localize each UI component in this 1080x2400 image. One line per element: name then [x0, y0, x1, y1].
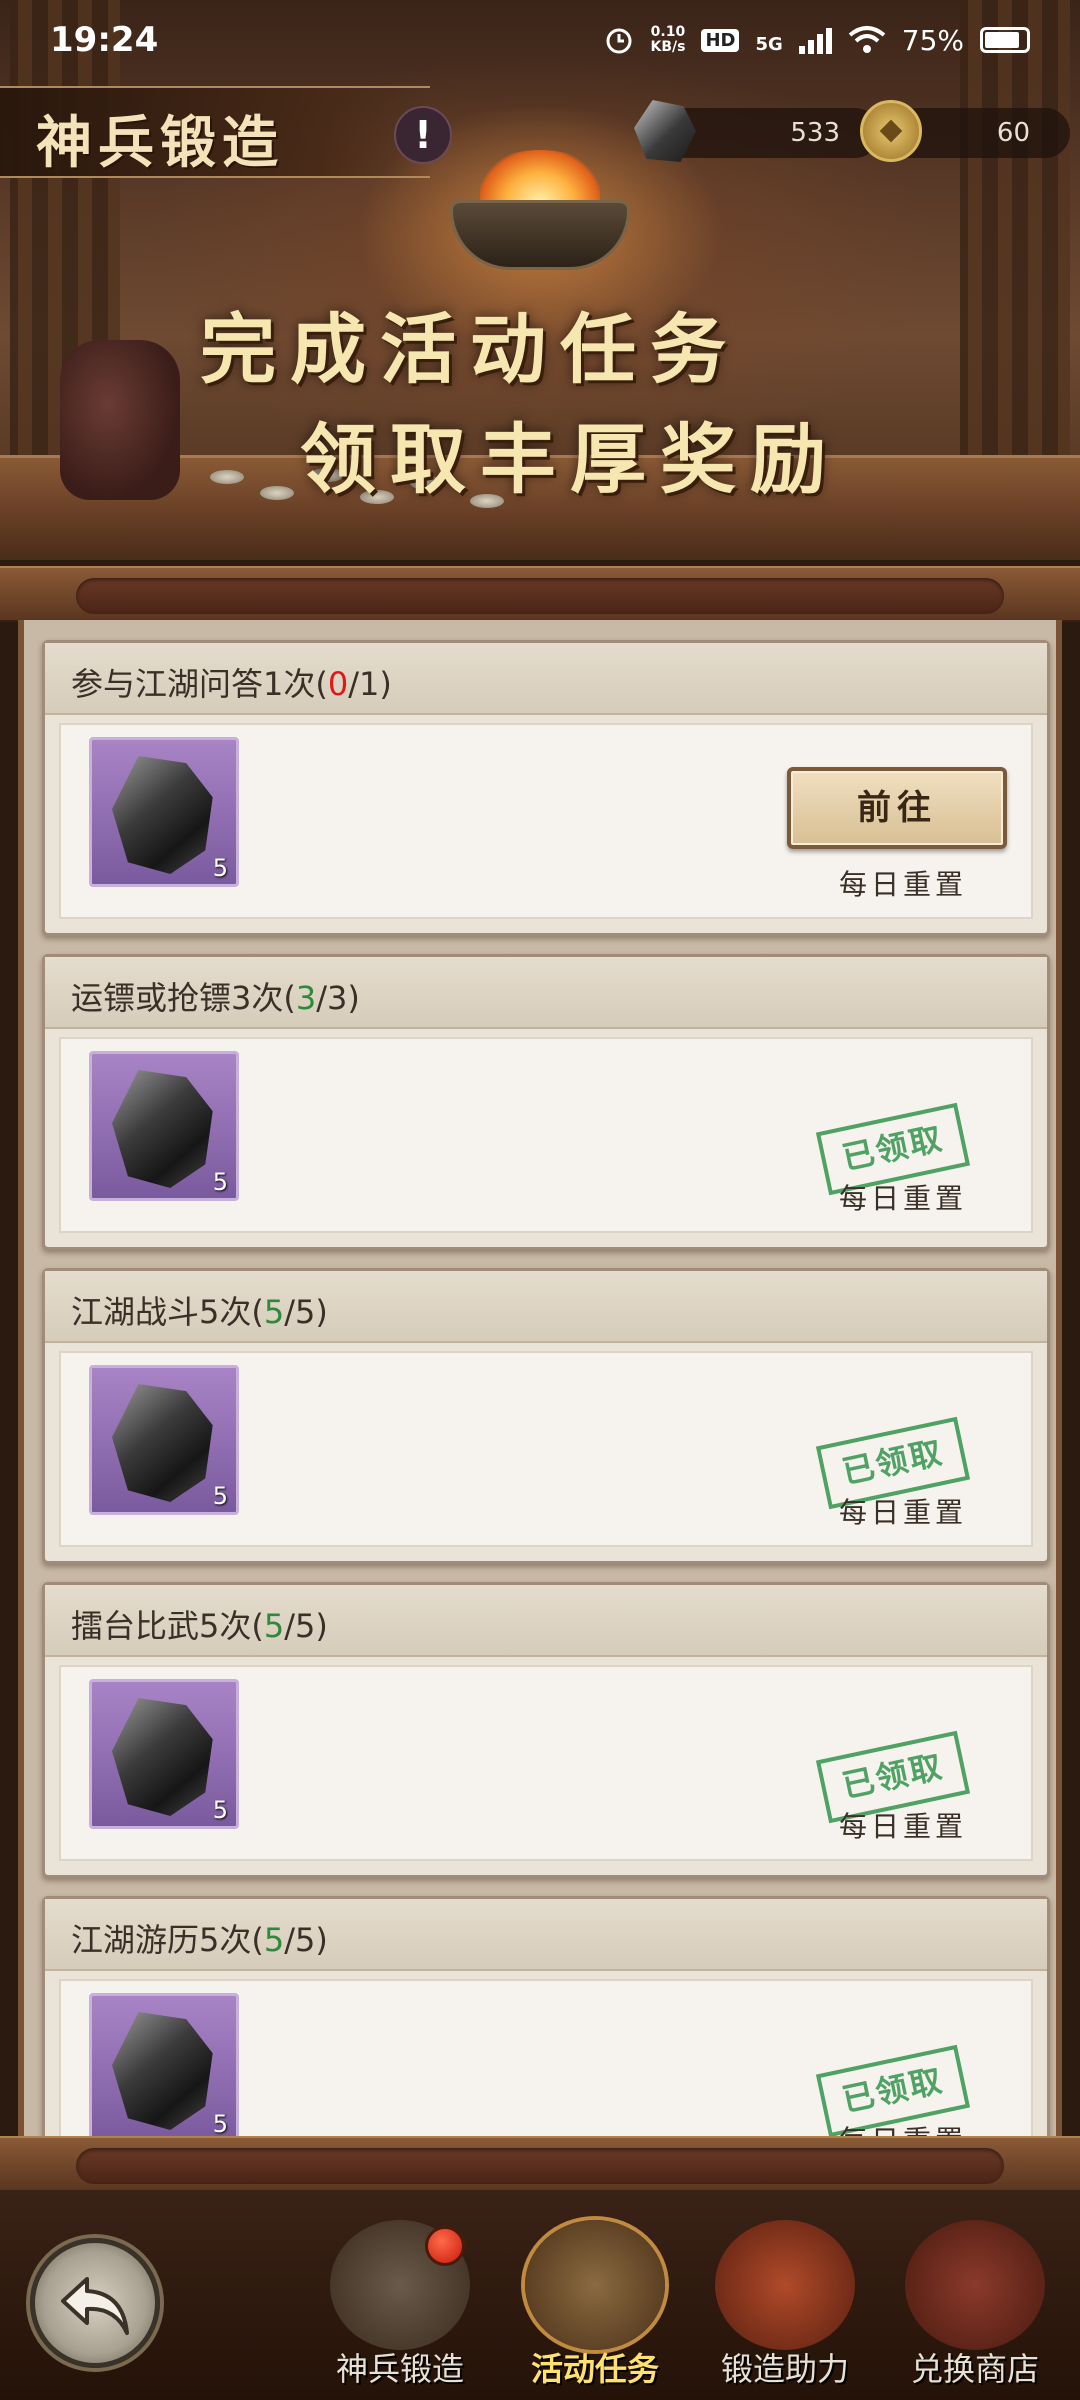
battery-percent: 75% [901, 23, 964, 57]
tab-label: 兑换商店 [910, 2350, 1039, 2388]
task-header: 江湖战斗5次(5/5) [45, 1271, 1047, 1343]
status-bar: 19:24 0.10 KB/s HD 5G 75% [0, 0, 1080, 80]
tab-exchange-shop[interactable]: 兑换商店 [880, 2220, 1070, 2400]
task-card: 江湖游历5次(5/5) 5 已领取 每日重置 [42, 1896, 1050, 2140]
go-button[interactable]: 前往 [787, 767, 1007, 849]
tab-label: 锻造助力 [720, 2350, 849, 2388]
task-card: 参与江湖问答1次(0/1) 5 前往 每日重置 [42, 640, 1050, 936]
treasure-chest-icon [905, 2220, 1045, 2350]
reward-count: 5 [212, 1482, 228, 1510]
task-progress: 5 [263, 1921, 285, 1959]
reward-count: 5 [212, 2110, 228, 2138]
slogan-line-2: 领取丰厚奖励 [300, 415, 840, 504]
status-time: 19:24 [50, 20, 159, 60]
info-button[interactable]: ! [394, 106, 452, 164]
task-header: 江湖游历5次(5/5) [45, 1899, 1047, 1971]
tab-forge[interactable]: 神兵锻造 [305, 2220, 495, 2400]
task-body: 5 已领取 每日重置 [59, 1979, 1033, 2140]
reward-item[interactable]: 5 [89, 1679, 239, 1829]
wine-jar-illustration [60, 340, 180, 500]
reset-label: 每日重置 [838, 1810, 967, 1843]
task-body: 5 前往 每日重置 [59, 723, 1033, 919]
ore-icon [112, 1384, 213, 1502]
task-title: 江湖游历5次(5/5) [71, 1921, 328, 1959]
reward-item[interactable]: 5 [89, 1365, 239, 1515]
task-title: 擂台比武5次(5/5) [71, 1607, 328, 1645]
task-progress: 0 [327, 665, 349, 703]
task-title: 运镖或抢镖3次(3/3) [71, 979, 360, 1017]
tab-label: 神兵锻造 [335, 2350, 464, 2388]
panel-rail-top [0, 566, 1080, 622]
reward-item[interactable]: 5 [89, 737, 239, 887]
task-header: 参与江湖问答1次(0/1) [45, 643, 1047, 715]
task-card: 运镖或抢镖3次(3/3) 5 已领取 每日重置 [42, 954, 1050, 1250]
task-card: 擂台比武5次(5/5) 5 已领取 每日重置 [42, 1582, 1050, 1878]
brazier-illustration [430, 150, 650, 290]
header-banner: 神兵锻造 ! 533 60 完成活动任务 领取丰厚奖励 [0, 0, 1080, 560]
tab-activity-tasks[interactable]: 活动任务 [500, 2220, 690, 2400]
back-arrow-icon [61, 2277, 129, 2335]
task-title: 江湖战斗5次(5/5) [71, 1293, 328, 1331]
signal-icon [798, 26, 832, 54]
hd-badge: HD [701, 28, 740, 52]
task-body: 5 已领取 每日重置 [59, 1037, 1033, 1233]
ore-count: 533 [790, 118, 840, 148]
reward-count: 5 [212, 1168, 228, 1196]
task-progress: 5 [263, 1293, 285, 1331]
coin-icon [860, 100, 922, 162]
task-header: 擂台比武5次(5/5) [45, 1585, 1047, 1657]
task-title: 参与江湖问答1次(0/1) [71, 665, 392, 703]
battery-icon [980, 27, 1030, 53]
reset-label: 每日重置 [838, 1496, 967, 1529]
reset-label: 每日重置 [838, 868, 967, 901]
task-body: 5 已领取 每日重置 [59, 1351, 1033, 1547]
task-progress: 5 [263, 1607, 285, 1645]
ore-icon [112, 1070, 213, 1188]
bottom-nav: 神兵锻造 活动任务 锻造助力 兑换商店 [0, 2190, 1080, 2400]
alarm-icon [606, 28, 632, 54]
task-header: 运镖或抢镖3次(3/3) [45, 957, 1047, 1029]
reward-count: 5 [212, 1796, 228, 1824]
network-type: 5G [755, 33, 783, 55]
ore-icon [112, 2012, 213, 2130]
coin-count: 60 [996, 118, 1030, 148]
panel-rail-bottom [0, 2136, 1080, 2192]
reset-label: 每日重置 [838, 1182, 967, 1215]
tab-label: 活动任务 [530, 2350, 659, 2388]
page-title: 神兵锻造 [36, 110, 284, 176]
reward-item[interactable]: 5 [89, 1993, 239, 2140]
scroll-book-icon [525, 2220, 665, 2350]
ore-icon [112, 756, 213, 874]
slogan-line-1: 完成活动任务 [200, 305, 740, 394]
wifi-icon [848, 26, 886, 53]
task-list[interactable]: 参与江湖问答1次(0/1) 5 前往 每日重置 运镖或抢镖3次(3/3) 5 已… [18, 620, 1062, 2140]
task-card: 江湖战斗5次(5/5) 5 已领取 每日重置 [42, 1268, 1050, 1564]
tab-forge-boost[interactable]: 锻造助力 [690, 2220, 880, 2400]
back-button[interactable] [30, 2238, 160, 2368]
task-body: 5 已领取 每日重置 [59, 1665, 1033, 1861]
task-progress: 3 [295, 979, 317, 1017]
notification-dot [425, 2226, 465, 2266]
reward-item[interactable]: 5 [89, 1051, 239, 1201]
net-speed: 0.10 KB/s [650, 24, 686, 55]
money-bag-icon [715, 2220, 855, 2350]
reward-count: 5 [212, 854, 228, 882]
ore-icon [112, 1698, 213, 1816]
